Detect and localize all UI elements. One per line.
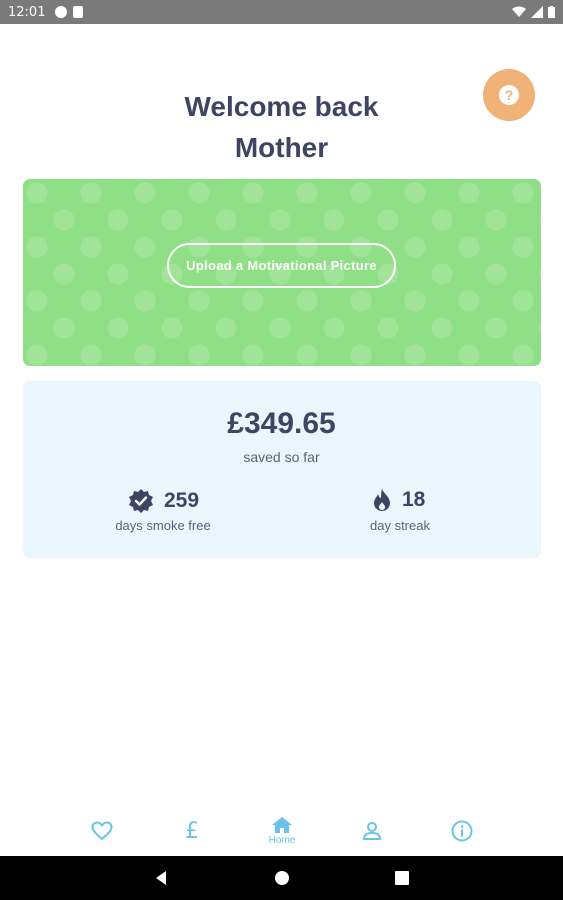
bottom-nav: £ Home [0,806,563,856]
upload-picture-button[interactable]: Upload a Motivational Picture [167,243,396,288]
verified-badge-icon [129,489,153,513]
pound-icon: £ [185,818,199,844]
nav-item-savings[interactable]: £ [162,806,222,856]
welcome-title: Welcome back Mother [0,86,563,168]
streak-value: 18 [402,488,426,511]
smoke-free-stat: 259 [128,488,199,514]
profile-icon [362,822,382,840]
nav-item-health[interactable] [72,806,132,856]
sd-card-icon [73,6,84,18]
saved-amount: £349.65 [227,407,336,440]
system-nav-bar [0,856,563,900]
home-system-icon[interactable] [272,868,292,888]
nav-item-home[interactable]: Home [252,806,312,856]
battery-icon [548,6,555,18]
flame-icon [374,489,390,511]
notification-icon [55,6,68,18]
streak-label: day streak [370,518,430,533]
saved-label: saved so far [243,449,320,465]
nav-item-profile[interactable] [342,806,402,856]
user-name: Mother [234,132,329,163]
status-bar: 12:01 [0,0,563,24]
welcome-line: Welcome back [184,91,379,122]
streak-stat: 18 [372,488,425,512]
nav-item-info[interactable] [432,806,492,856]
nav-home-label: Home [268,835,296,846]
signal-icon [531,6,543,18]
smoke-free-label: days smoke free [115,518,211,533]
back-icon[interactable] [152,868,172,888]
status-time: 12:01 [8,4,46,20]
heart-icon [91,821,113,841]
info-icon [451,820,473,842]
wifi-icon [512,6,526,17]
recents-icon[interactable] [392,868,412,888]
home-icon [272,817,292,833]
smoke-free-value: 259 [164,489,200,512]
